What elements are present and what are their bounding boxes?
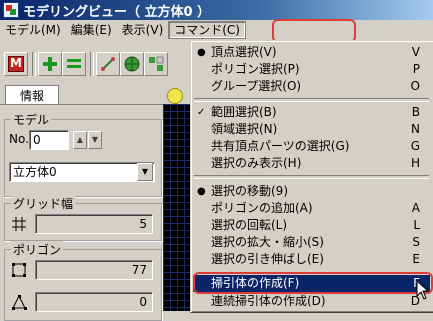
toolbar (0, 40, 200, 82)
radio-mark: ● (197, 186, 206, 197)
menu-item-scale-selection[interactable]: 選択の拡大・縮小(S) S (193, 234, 430, 251)
app-icon (3, 2, 19, 18)
menu-item-label: 頂点選択(V) (211, 45, 277, 59)
menu-item-shortcut: S (412, 235, 420, 249)
menu-item-stretch-selection[interactable]: 選択の引き伸ばし(E) E (193, 251, 430, 268)
menu-item-shortcut: V (411, 45, 420, 59)
command-menu-dropdown: ● 頂点選択(V) V ポリゴン選択(P) P グループ選択(O) O ✓ 範囲… (190, 40, 433, 313)
menu-item-show-selected-only[interactable]: 選択のみ表示(H) H (193, 155, 430, 172)
menu-item-shortcut: E (412, 252, 420, 266)
menu-item-shortcut: H (410, 156, 420, 170)
menu-separator (194, 98, 429, 102)
menu-item-group-select[interactable]: グループ選択(O) O (193, 78, 430, 95)
menu-item-create-continuous-sweep[interactable]: 連続掃引体の作成(D) D (193, 293, 430, 310)
grid-width-label: グリッド幅 (11, 195, 76, 212)
grid-width-field: 5 (35, 214, 153, 234)
model-button[interactable] (4, 52, 28, 76)
menu-item-label: 連続掃引体の作成(D) (211, 294, 326, 308)
menu-item-label: 領域選択(N) (211, 122, 278, 136)
menu-item-label: 選択の引き伸ばし(E) (211, 252, 324, 266)
bone-button[interactable] (96, 52, 120, 76)
menu-item-shortcut: B (411, 105, 420, 119)
spin-down-button[interactable]: ▼ (88, 131, 102, 149)
menu-bar: モデル(M) 編集(E) 表示(V) コマンド(C) (0, 20, 433, 39)
triangle-icon (12, 294, 27, 310)
polygon-label: ポリゴン (11, 241, 64, 258)
menu-item-label: ポリゴン選択(P) (211, 62, 300, 76)
menu-item-range-select[interactable]: ✓ 範囲選択(B) B (193, 104, 430, 121)
menu-item-label: 選択の拡大・縮小(S) (211, 235, 324, 249)
menu-separator (194, 175, 429, 179)
menu-view[interactable]: 表示(V) (117, 21, 169, 39)
menu-item-move-selection[interactable]: ● 選択の移動(9) (193, 183, 430, 200)
menu-item-label: ポリゴンの追加(A) (211, 201, 313, 215)
polygon-icon (12, 263, 26, 277)
menu-item-shortcut: L (413, 218, 420, 232)
menu-item-shortcut: G (410, 139, 420, 153)
grid-tool-icon (149, 56, 164, 71)
menu-item-shortcut: P (412, 62, 420, 76)
globe-button[interactable] (120, 52, 144, 76)
info-panel: モデル No. 0 ▲ ▼ 立方体0 ▼ グリッド幅 5 ポリゴン 77 0 (0, 104, 163, 321)
menu-item-shared-vertex-select[interactable]: 共有頂点パーツの選択(G) G (193, 138, 430, 155)
no-label: No. (9, 132, 29, 146)
menu-item-label: 選択の移動(9) (211, 184, 288, 198)
cursor-icon (416, 280, 430, 300)
menu-item-add-polygon[interactable]: ポリゴンの追加(A) A (193, 200, 430, 217)
menu-item-shortcut: A (411, 201, 420, 215)
menu-item-shortcut: N (411, 122, 420, 136)
toolbar-separator (90, 52, 94, 76)
check-mark: ✓ (197, 107, 206, 118)
object-select[interactable]: 立方体0 (9, 162, 155, 182)
toolbar-separator (32, 52, 36, 76)
add-button[interactable] (38, 52, 62, 76)
menu-edit[interactable]: 編集(E) (66, 21, 117, 39)
menu-item-shortcut: O (410, 79, 420, 93)
globe-icon (124, 56, 140, 72)
spin-up-button[interactable]: ▲ (73, 131, 87, 149)
model-icon (8, 56, 24, 72)
triangle-count-field: 0 (35, 292, 153, 312)
window-title: モデリングビュー（ 立方体0 ） (23, 4, 211, 20)
equal-button[interactable] (62, 52, 86, 76)
equal-icon (66, 56, 82, 72)
menu-item-polygon-select[interactable]: ポリゴン選択(P) P (193, 61, 430, 78)
menu-item-label: グループ選択(O) (211, 79, 302, 93)
menu-item-label: 範囲選択(B) (211, 105, 277, 119)
menu-item-vertex-select[interactable]: ● 頂点選択(V) V (193, 44, 430, 61)
menu-item-rotate-selection[interactable]: 選択の回転(L) L (193, 217, 430, 234)
grid-icon (12, 217, 26, 231)
model-group-label: モデル (11, 111, 52, 128)
menu-model[interactable]: モデル(M) (0, 21, 66, 39)
grid-width-group: グリッド幅 5 (4, 195, 162, 241)
menu-item-create-sweep[interactable]: 掃引体の作成(F) F (193, 275, 430, 292)
viewport[interactable] (163, 104, 191, 311)
title-bar: モデリングビュー（ 立方体0 ） (0, 0, 433, 20)
menu-item-label: 選択のみ表示(H) (211, 156, 302, 170)
model-group: モデル No. 0 ▲ ▼ 立方体0 ▼ (4, 111, 162, 197)
grid-tool-button[interactable] (144, 52, 168, 76)
model-number-input[interactable]: 0 (29, 130, 69, 150)
tab-info[interactable]: 情報 (5, 85, 59, 106)
menu-command[interactable]: コマンド(C) (168, 20, 246, 39)
polygon-group: ポリゴン 77 0 (4, 241, 162, 321)
polygon-count-field: 77 (35, 260, 153, 280)
add-icon (42, 56, 58, 72)
bulb-icon[interactable] (167, 88, 183, 104)
menu-item-label: 選択の回転(L) (211, 218, 288, 232)
bone-icon (101, 57, 115, 71)
menu-item-label: 掃引体の作成(F) (211, 276, 300, 290)
chevron-down-icon[interactable]: ▼ (137, 163, 153, 181)
menu-item-label: 共有頂点パーツの選択(G) (211, 139, 350, 153)
radio-mark: ● (197, 47, 206, 58)
menu-item-area-select[interactable]: 領域選択(N) N (193, 121, 430, 138)
